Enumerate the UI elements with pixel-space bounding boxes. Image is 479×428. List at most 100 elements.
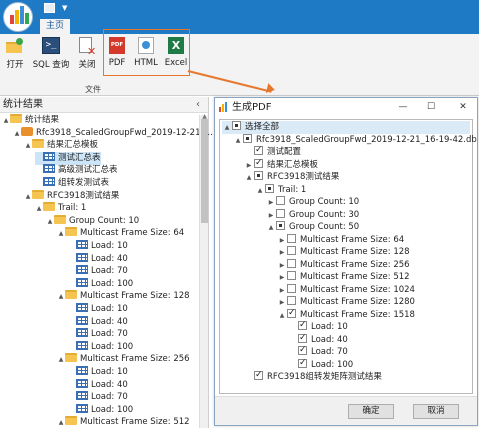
app-logo-icon[interactable] [3, 2, 33, 32]
tree-node[interactable]: ▲ Trail: 1 [35, 202, 86, 215]
selection-node[interactable]: ▶ Multicast Frame Size: 1280 [277, 296, 415, 309]
maximize-icon[interactable]: ☐ [419, 98, 443, 117]
selection-node[interactable]: ▶ Multicast Frame Size: 1024 [277, 283, 415, 297]
tree-node[interactable]: ▲ 统计结果 [2, 114, 59, 127]
expand-toggle-icon[interactable]: ▲ [222, 122, 232, 135]
expand-toggle-icon[interactable]: ▲ [277, 310, 287, 323]
checkbox[interactable] [298, 344, 307, 357]
expand-toggle-icon[interactable]: ▲ [24, 139, 32, 152]
tree-node[interactable]: ▲ Multicast Frame Size: 64 [57, 227, 184, 240]
tree-node[interactable]: Load: 100 [68, 403, 133, 417]
tree-node[interactable]: Load: 10 [68, 303, 128, 316]
tree-node[interactable]: Load: 70 [68, 328, 128, 341]
folder-icon [65, 353, 77, 363]
selection-node[interactable]: Load: 10 [288, 319, 348, 334]
checkbox[interactable] [298, 332, 307, 344]
tree-node[interactable]: ▲ 结果汇总模板 [24, 139, 98, 152]
checkbox[interactable] [287, 271, 296, 280]
selection-node[interactable]: ▶ Group Count: 10 [266, 196, 359, 209]
tree-node[interactable]: Load: 40 [68, 378, 128, 392]
expand-toggle-icon[interactable]: ▲ [57, 290, 65, 303]
expand-toggle-icon[interactable]: ▲ [35, 202, 43, 215]
ok-button[interactable]: 确定 [348, 404, 394, 419]
checkbox[interactable] [276, 221, 285, 230]
selection-node[interactable]: ▶ Multicast Frame Size: 256 [277, 258, 410, 272]
expand-toggle-icon[interactable]: ▲ [266, 222, 276, 235]
checkbox[interactable] [254, 171, 263, 180]
checkbox[interactable] [287, 307, 296, 319]
tree-node[interactable]: 高级测试汇总表 [35, 164, 118, 177]
checkbox[interactable] [254, 144, 263, 157]
cancel-button[interactable]: 取消 [413, 404, 459, 419]
selection-node[interactable]: ▲ RFC3918测试结果 [244, 171, 339, 184]
selection-node[interactable]: ▲ Group Count: 50 [266, 221, 359, 234]
tree-node[interactable]: 组转发测试表 [35, 177, 109, 190]
selection-node[interactable]: ▶ Group Count: 30 [266, 208, 359, 222]
tree-node[interactable]: Load: 40 [68, 252, 128, 266]
tree-node[interactable]: Load: 100 [68, 340, 133, 354]
scrollbar-thumb[interactable] [201, 119, 208, 223]
expand-toggle-icon[interactable]: ▲ [57, 227, 65, 240]
checkbox[interactable] [243, 133, 252, 143]
tree-node[interactable]: ▲ Multicast Frame Size: 512 [57, 416, 190, 428]
selection-node[interactable]: ▶ Multicast Frame Size: 64 [277, 233, 404, 247]
expand-toggle-icon[interactable]: ▲ [233, 135, 243, 148]
checkbox[interactable] [287, 233, 296, 243]
checkbox[interactable] [254, 157, 263, 169]
close-file-button[interactable]: ✕ 关闭 [76, 34, 98, 70]
selection-node[interactable]: ▶ Multicast Frame Size: 128 [277, 246, 410, 259]
tree-node[interactable]: ▲ Group Count: 10 [46, 214, 139, 228]
tree-scrollbar[interactable]: ▲ [199, 113, 208, 428]
expand-toggle-icon[interactable]: ▲ [24, 190, 32, 203]
close-icon[interactable]: ✕ [451, 98, 475, 117]
checkbox[interactable] [265, 183, 274, 193]
checkbox[interactable] [254, 369, 263, 382]
selection-node[interactable]: 测试配置 [244, 144, 301, 159]
expand-toggle-icon[interactable]: ▲ [255, 185, 265, 198]
checkbox[interactable] [276, 208, 285, 218]
table-icon [43, 177, 55, 186]
tree-node[interactable]: Load: 70 [68, 265, 128, 278]
selection-node[interactable]: ▲ 选择全部 [222, 121, 470, 134]
selection-node[interactable]: ▲ Rfc3918_ScaledGroupFwd_2019-12-21_16-19… [233, 133, 477, 148]
selection-node[interactable]: Load: 100 [288, 357, 353, 372]
checkbox[interactable] [287, 283, 296, 293]
open-button[interactable]: 打开 [4, 34, 26, 70]
selection-node[interactable]: Load: 70 [288, 344, 348, 359]
tree-node[interactable]: Load: 10 [68, 240, 128, 253]
tree-node[interactable]: ▲ Multicast Frame Size: 128 [57, 290, 190, 303]
expand-toggle-icon[interactable]: ▲ [244, 172, 254, 185]
checkbox[interactable] [287, 258, 296, 268]
checkbox[interactable] [232, 121, 241, 130]
selection-node[interactable]: Load: 40 [288, 332, 348, 347]
selection-node[interactable]: ▲ Multicast Frame Size: 1518 [277, 307, 415, 323]
save-quick-icon[interactable] [44, 3, 55, 13]
tree-node[interactable]: ▲ RFC3918测试结果 [24, 189, 119, 203]
expand-toggle-icon[interactable]: ▲ [57, 353, 65, 366]
selection-node[interactable]: ▲ Trail: 1 [255, 183, 306, 198]
selection-node[interactable]: RFC3918组转发矩阵测试结果 [244, 369, 382, 384]
expand-toggle-icon[interactable]: ▲ [13, 127, 21, 140]
quick-access-dropdown-icon[interactable]: ▼ [62, 4, 67, 12]
checkbox[interactable] [287, 246, 296, 255]
checkbox[interactable] [276, 196, 285, 205]
tab-home[interactable]: 主页 [40, 19, 70, 34]
expand-toggle-icon[interactable]: ▲ [2, 114, 10, 127]
sql-query-button[interactable]: >_ SQL 查询 [31, 34, 71, 70]
minimize-icon[interactable]: — [391, 98, 415, 117]
checkbox[interactable] [287, 296, 296, 305]
checkbox[interactable] [298, 319, 307, 332]
expand-toggle-icon[interactable]: ▲ [46, 215, 54, 228]
tree-node[interactable]: 测试汇总表 [35, 151, 101, 165]
checkbox[interactable] [298, 357, 307, 369]
tree-node[interactable]: ▲ Multicast Frame Size: 256 [57, 353, 190, 366]
tree-node[interactable]: Load: 10 [68, 366, 128, 379]
tree-node[interactable]: Load: 100 [68, 277, 133, 291]
tree-node[interactable]: Load: 40 [68, 315, 128, 329]
expand-toggle-icon[interactable]: ▲ [57, 416, 65, 428]
tree-node[interactable]: Load: 70 [68, 391, 128, 404]
selection-node[interactable]: ▶结果汇总模板 [244, 157, 318, 172]
collapse-panel-icon[interactable]: ‹ [196, 97, 200, 113]
tree-node[interactable]: ▲ Rfc3918_ScaledGroupFwd_2019-12-21_... [13, 126, 213, 140]
selection-node[interactable]: ▶ Multicast Frame Size: 512 [277, 271, 410, 284]
